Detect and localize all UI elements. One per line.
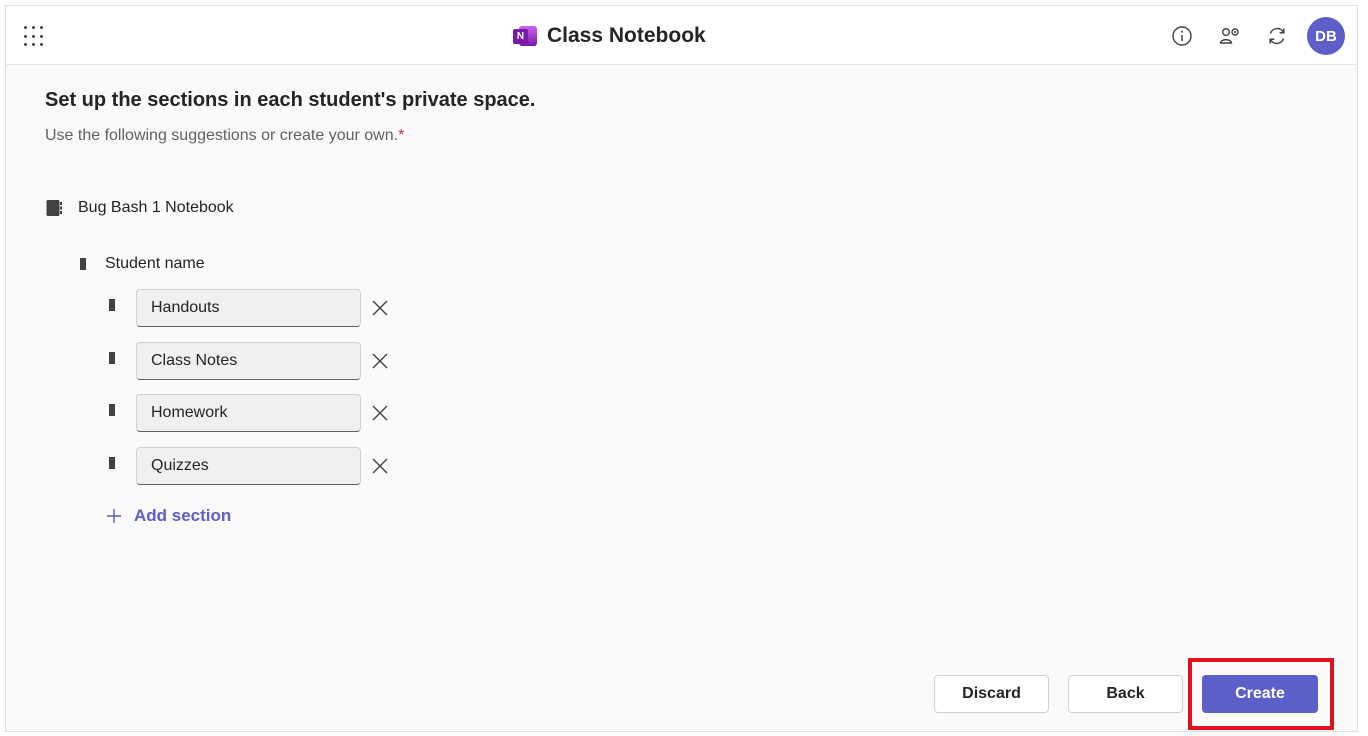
section-input-homework[interactable] (136, 394, 361, 432)
discard-button[interactable]: Discard (934, 675, 1049, 713)
page-title: Set up the sections in each student's pr… (45, 89, 536, 111)
section-group-icon (80, 258, 86, 270)
app-title-group: N Class Notebook (513, 22, 706, 50)
create-button[interactable]: Create (1202, 675, 1318, 713)
notebook-name: Bug Bash 1 Notebook (78, 199, 234, 216)
student-group-label: Student name (105, 255, 205, 272)
onenote-logo-icon: N (513, 24, 537, 48)
close-icon (372, 405, 388, 421)
notebook-icon (46, 200, 62, 216)
subtitle-text: Use the following suggestions or create … (45, 127, 399, 144)
section-row (108, 342, 392, 380)
student-group-row: Student name (79, 255, 205, 273)
add-section-label: Add section (134, 506, 232, 525)
remove-section-button[interactable] (368, 454, 392, 478)
section-icon (109, 404, 115, 416)
remove-section-button[interactable] (368, 349, 392, 373)
refresh-icon[interactable] (1265, 24, 1289, 48)
section-icon (109, 352, 115, 364)
app-header: N Class Notebook DB (6, 6, 1357, 65)
close-icon (372, 353, 388, 369)
info-icon[interactable] (1170, 24, 1194, 48)
section-row (108, 394, 392, 432)
people-settings-icon[interactable] (1218, 24, 1242, 48)
page-subtitle: Use the following suggestions or create … (45, 127, 404, 145)
section-input-class-notes[interactable] (136, 342, 361, 380)
section-icon (109, 299, 115, 311)
section-row (108, 447, 392, 485)
app-frame: N Class Notebook DB Set up the sections … (5, 5, 1358, 732)
plus-icon (107, 509, 121, 523)
add-section-button[interactable]: Add section (106, 506, 231, 526)
waffle-icon[interactable] (24, 26, 46, 48)
section-icon (109, 457, 115, 469)
back-button[interactable]: Back (1068, 675, 1183, 713)
remove-section-button[interactable] (368, 401, 392, 425)
avatar[interactable]: DB (1307, 17, 1345, 55)
notebook-row: Bug Bash 1 Notebook (46, 199, 234, 217)
app-title: Class Notebook (547, 24, 706, 47)
required-marker: * (398, 127, 405, 144)
remove-section-button[interactable] (368, 296, 392, 320)
section-input-handouts[interactable] (136, 289, 361, 327)
section-input-quizzes[interactable] (136, 447, 361, 485)
close-icon (372, 300, 388, 316)
onenote-logo-letter: N (513, 29, 528, 44)
section-row (108, 289, 392, 327)
close-icon (372, 458, 388, 474)
